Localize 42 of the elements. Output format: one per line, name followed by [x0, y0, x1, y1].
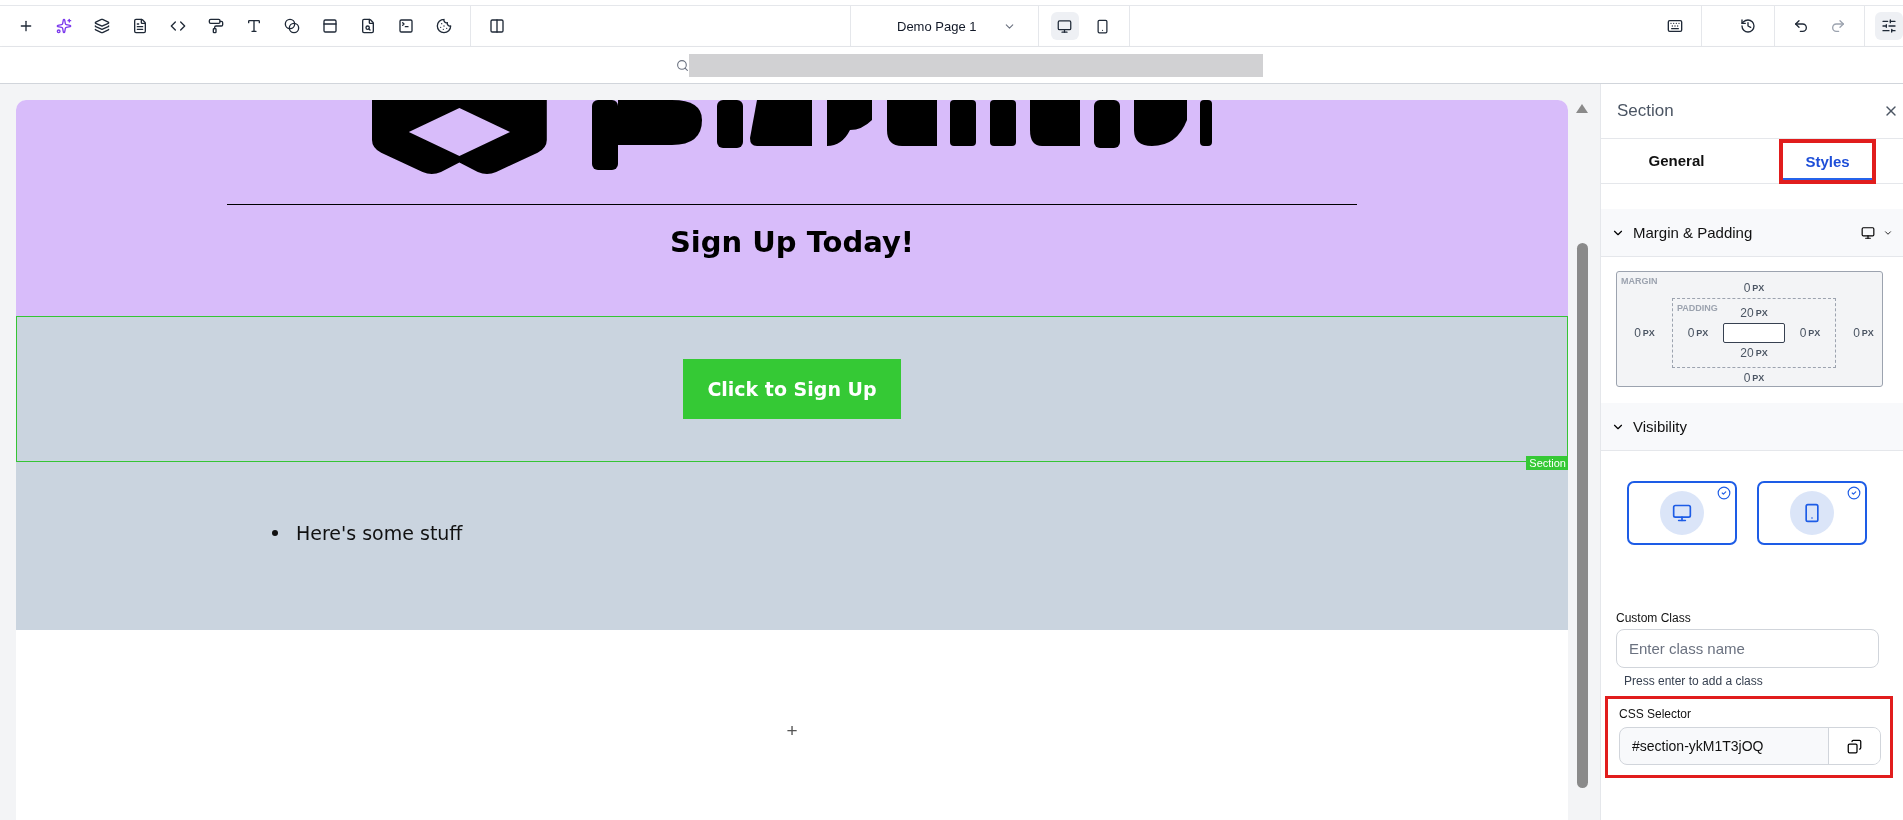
panel-title: Section: [1617, 101, 1674, 121]
section-header[interactable]: Margin & Padding: [1601, 209, 1903, 257]
bullet-icon: [272, 530, 278, 536]
page-select[interactable]: Demo Page 1: [863, 18, 1026, 34]
spacing-value[interactable]: 0 PX: [1853, 326, 1874, 340]
add-block-button[interactable]: +: [786, 720, 798, 744]
hint-text: Press enter to add a class: [1624, 674, 1764, 688]
device-visibility-toggle[interactable]: [1757, 481, 1867, 545]
phone-icon: [1802, 503, 1822, 523]
padding-label: PADDING: [1677, 303, 1718, 313]
monitor-icon[interactable]: [1861, 225, 1875, 240]
phone-icon: [1095, 18, 1110, 34]
field-label: Custom Class: [1616, 611, 1692, 625]
panel-tab[interactable]: Styles: [1752, 139, 1903, 183]
spacing-value[interactable]: 0 PX: [1687, 326, 1709, 340]
margin-label: MARGIN: [1621, 276, 1658, 286]
copy-button[interactable]: [1828, 728, 1880, 764]
class-name-field[interactable]: Enter class name: [1616, 629, 1879, 668]
spacing-value[interactable]: 20 PX: [1740, 303, 1768, 323]
panel-tab[interactable]: General: [1601, 139, 1752, 183]
sliders-icon[interactable]: [1875, 12, 1903, 40]
spacing-value[interactable]: 0 PX: [1743, 278, 1765, 298]
check-icon: [1847, 486, 1861, 500]
copy-icon: [1847, 738, 1862, 754]
spacing-value[interactable]: 20 PX: [1740, 343, 1768, 363]
content-box: [1723, 323, 1785, 343]
css-selector-field[interactable]: #section-ykM1T3jOQ: [1619, 727, 1881, 765]
monitor-icon: [1672, 503, 1692, 523]
section-header[interactable]: Visibility: [1601, 403, 1903, 451]
field-label: CSS Selector: [1619, 707, 1693, 721]
check-icon: [1717, 486, 1731, 500]
spacing-value[interactable]: 0 PX: [1634, 326, 1655, 340]
section-tag: Section: [1526, 456, 1568, 470]
device-visibility-toggle[interactable]: [1627, 481, 1737, 545]
spacing-value[interactable]: 0 PX: [1799, 326, 1821, 340]
spacing-value[interactable]: 0 PX: [1743, 368, 1765, 388]
heading: Sign Up Today!: [669, 225, 915, 259]
list-item: Here's some stuff: [296, 522, 463, 544]
monitor-icon: [1057, 18, 1072, 34]
scroll-up-icon[interactable]: [1576, 104, 1588, 113]
device-toggle[interactable]: [1050, 12, 1079, 40]
search-icon: [676, 58, 689, 72]
